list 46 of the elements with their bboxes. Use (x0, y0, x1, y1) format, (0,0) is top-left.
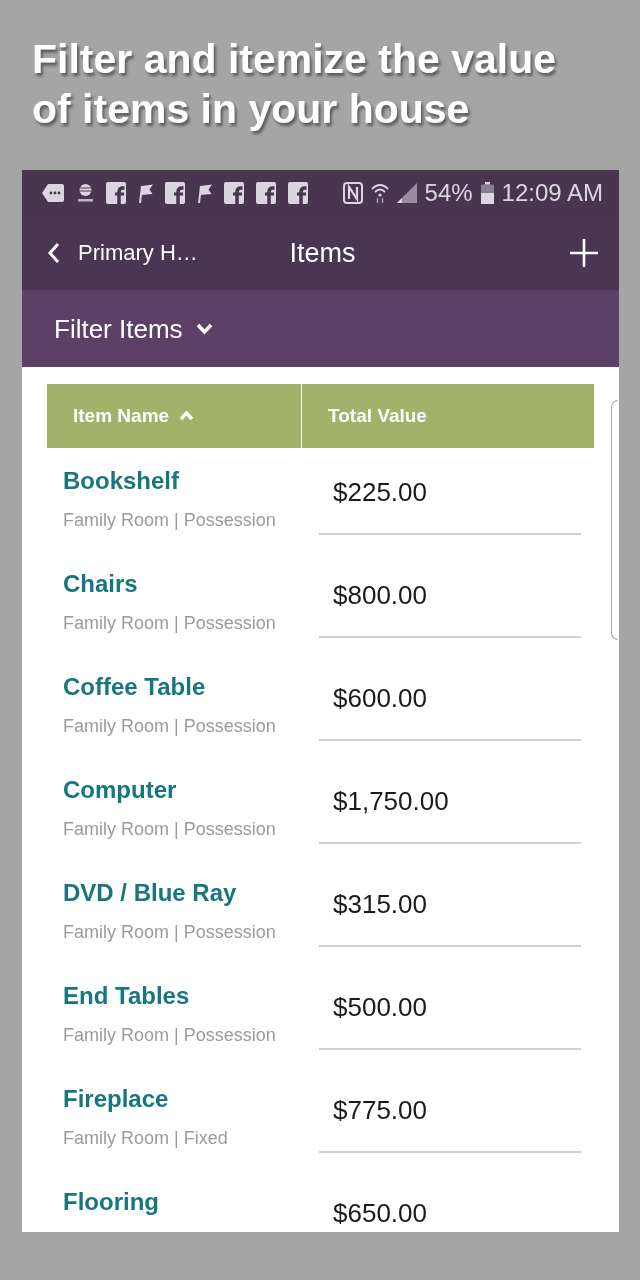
item-details: Family Room | Fixed (63, 1127, 228, 1150)
signal-icon (396, 182, 417, 203)
f-square-icon (224, 181, 244, 204)
item-value: $225.00 (333, 477, 427, 507)
f-square-icon (106, 181, 126, 204)
item-value: $775.00 (333, 1095, 427, 1125)
chevron-left-icon (47, 241, 60, 264)
item-name[interactable]: DVD / Blue Ray (63, 878, 237, 908)
f-square-icon (256, 181, 276, 204)
screen-title: Items (289, 236, 356, 269)
caret-icon (179, 410, 195, 422)
battery-icon (480, 181, 494, 204)
item-value: $600.00 (333, 683, 427, 713)
item-name[interactable]: Computer (63, 775, 177, 805)
wifi-icon (370, 181, 389, 204)
flag-icon (197, 182, 212, 203)
item-value: $800.00 (333, 580, 427, 610)
item-details: Family Room | Possession (63, 612, 276, 635)
filter-dropdown[interactable]: Filter Items (54, 313, 213, 344)
message-icon (41, 182, 65, 203)
plus-icon (570, 238, 598, 267)
item-details: Family Room | Possession (63, 921, 276, 944)
nfc-icon (342, 181, 363, 204)
flag-icon (138, 182, 153, 203)
battery-percent: 54% (424, 178, 473, 207)
item-name[interactable]: Flooring (63, 1187, 159, 1217)
add-button[interactable] (570, 238, 598, 267)
back-button[interactable]: Primary H… (47, 239, 198, 266)
globe-logo-icon (77, 182, 94, 203)
item-name[interactable]: Fireplace (63, 1084, 169, 1114)
item-name[interactable]: Coffee Table (63, 672, 206, 702)
item-value: $650.00 (333, 1198, 427, 1228)
item-name[interactable]: Bookshelf (63, 466, 179, 496)
item-details: Family Room | Possession (63, 1024, 276, 1047)
item-name[interactable]: Chairs (63, 569, 138, 599)
f-square-icon (165, 181, 185, 204)
item-name[interactable]: End Tables (63, 981, 190, 1011)
headline: Filter and itemize the value of items in your house (32, 35, 558, 134)
item-value: $1,750.00 (333, 786, 449, 816)
item-details: Family Room | Possession (63, 509, 276, 532)
status-time: 12:09 AM (501, 178, 603, 207)
item-details: Family Room | Possession (63, 818, 276, 841)
item-details: Family Room | Possession (63, 715, 276, 738)
item-value: $315.00 (333, 889, 427, 919)
item-value: $500.00 (333, 992, 427, 1022)
f-square-icon (288, 181, 308, 204)
